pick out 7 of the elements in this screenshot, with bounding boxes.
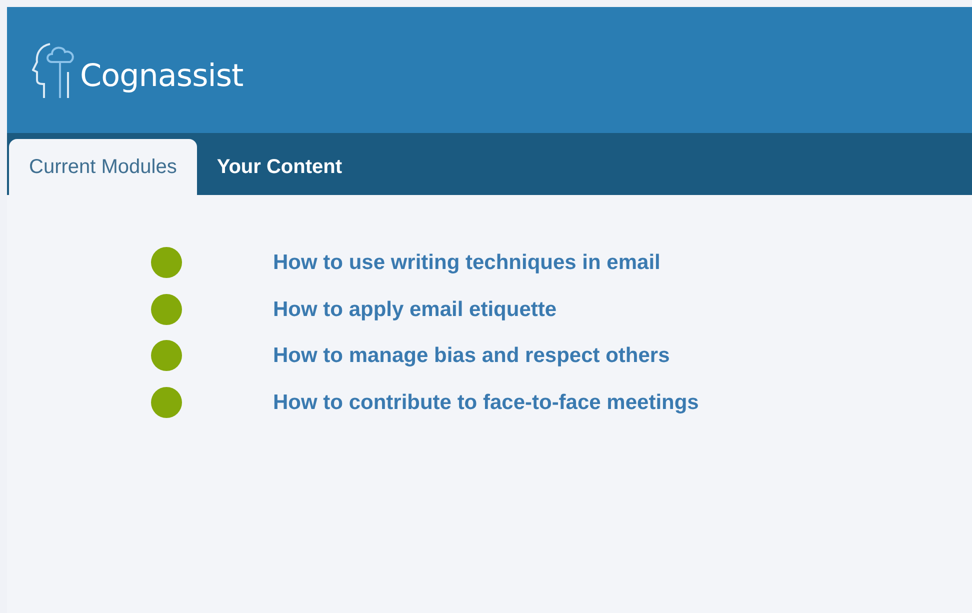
module-link[interactable]: How to apply email etiquette [273,294,557,325]
module-link[interactable]: How to manage bias and respect others [273,340,670,372]
tab[interactable]: Your Content [196,139,362,195]
tab[interactable]: Current Modules [9,139,197,195]
module-link[interactable]: How to use writing techniques in email [273,247,660,278]
module-link[interactable]: How to contribute to face-to-face meetings [273,386,699,418]
brand-name: Cognassist [80,56,244,96]
